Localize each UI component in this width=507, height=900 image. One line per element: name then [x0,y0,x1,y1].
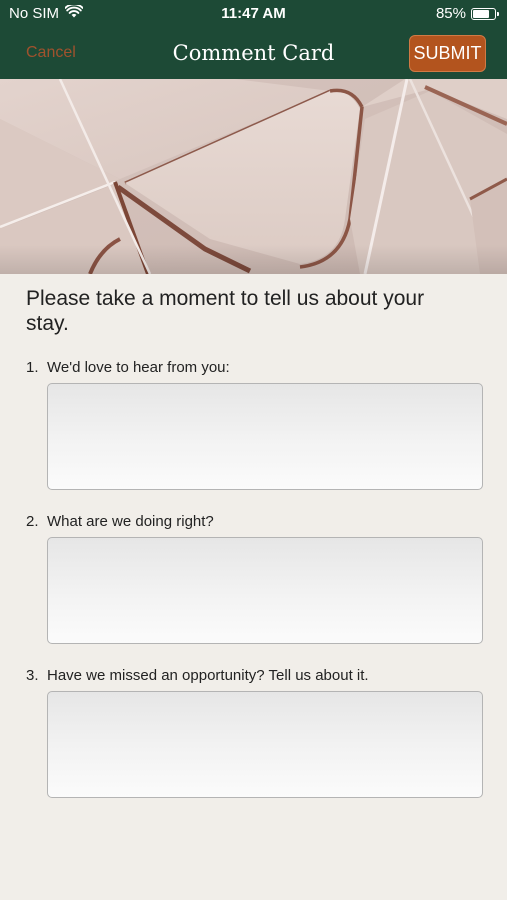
status-bar: No SIM 11:47 AM 85% [0,0,507,30]
battery-percent: 85% [435,5,466,22]
hero-image [0,79,507,274]
question-number: 2. [26,513,39,530]
nav-bar: Cancel Comment Card SUBMIT [0,30,507,79]
answer-field-1[interactable] [47,383,483,490]
question-number: 3. [26,667,39,684]
question-2-label: 2. What are we doing right? [26,513,214,530]
status-right: 85% [435,5,499,22]
submit-button[interactable]: SUBMIT [409,35,486,72]
question-1-label: 1. We'd love to hear from you: [26,359,230,376]
answer-field-3[interactable] [47,691,483,798]
battery-fill [473,9,490,18]
status-time: 11:47 AM [221,5,286,22]
envelopes-photo [0,79,507,274]
question-text: What are we doing right? [47,513,214,530]
question-number: 1. [26,359,39,376]
question-3-label: 3. Have we missed an opportunity? Tell us… [26,667,369,684]
battery-icon [471,7,499,20]
intro-text: Please take a moment to tell us about yo… [26,287,425,335]
cancel-button[interactable]: Cancel [26,44,76,62]
battery-cap [497,11,499,16]
question-text: We'd love to hear from you: [47,359,230,376]
answer-field-2[interactable] [47,537,483,644]
question-text: Have we missed an opportunity? Tell us a… [47,667,369,684]
